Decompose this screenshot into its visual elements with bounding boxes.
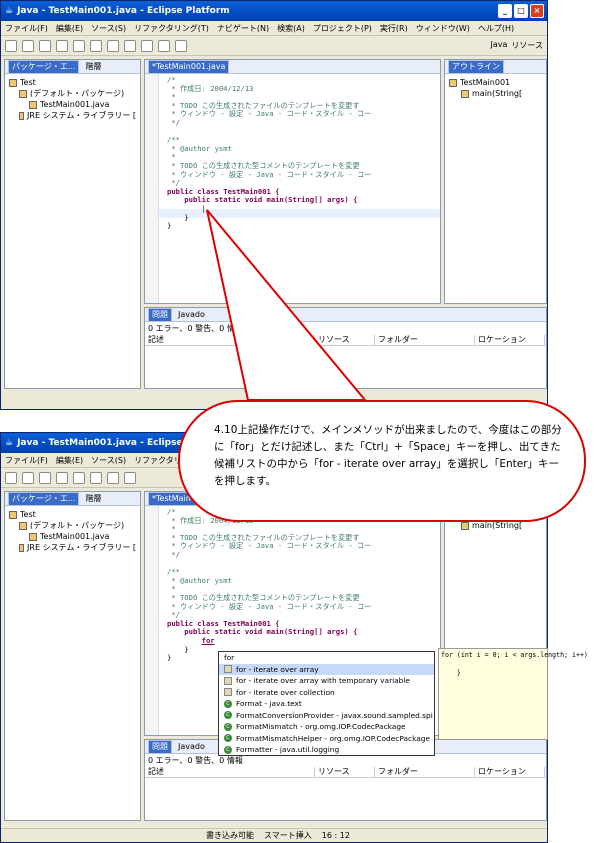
callout-bubble: 4.10上記操作だけで、メインメソッドが出来ましたので、今度はこの部分に「for…: [178, 400, 586, 522]
